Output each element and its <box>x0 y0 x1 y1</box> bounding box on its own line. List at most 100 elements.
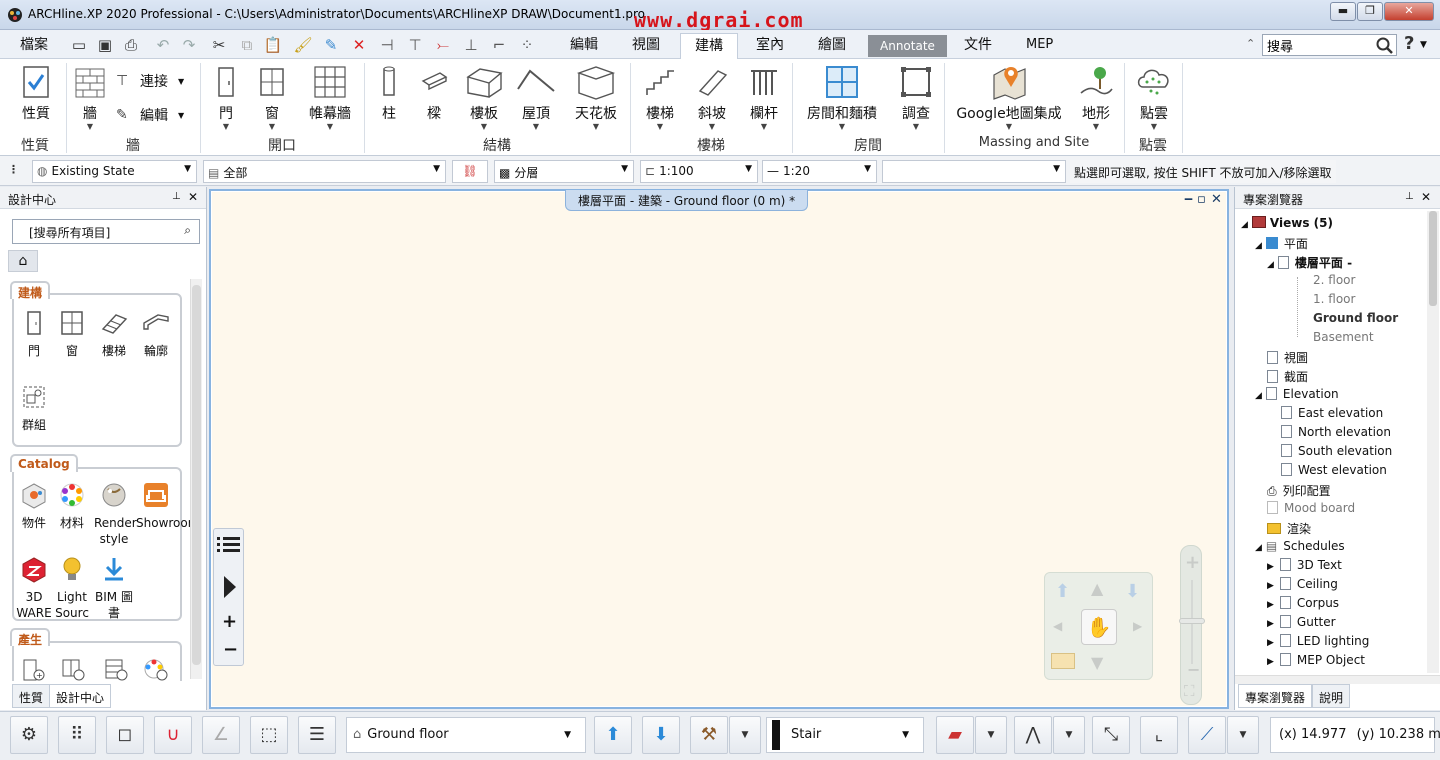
list-icon[interactable] <box>217 535 241 555</box>
tree-node-view[interactable]: 視圖 <box>1267 349 1308 366</box>
generate-door-icon[interactable]: + <box>20 657 46 681</box>
tree-node-east-elevation[interactable]: East elevation <box>1281 406 1383 420</box>
copy-icon[interactable]: ⧉ <box>236 34 258 56</box>
tree-node-schedule-corpus[interactable]: ▶ Corpus <box>1267 596 1339 610</box>
align-icon[interactable]: ⊤ <box>404 34 426 56</box>
nav-down-icon[interactable]: ▼ <box>1091 653 1103 672</box>
zoom-thumb[interactable] <box>1179 618 1205 624</box>
slab-dropdown-icon[interactable]: ▼ <box>462 123 506 131</box>
roof-dropdown-icon[interactable]: ▼ <box>514 123 558 131</box>
door-button[interactable]: 門 ▼ <box>210 63 242 131</box>
paste-icon[interactable]: 📋 <box>262 34 284 56</box>
tab-drawing[interactable]: 繪圖 <box>804 33 860 59</box>
measure-icon[interactable]: ⊣ <box>376 34 398 56</box>
doc-minimize-icon[interactable]: ‒ <box>1184 192 1193 207</box>
scrollbar-thumb[interactable] <box>192 285 201 665</box>
hammer-3d-icon[interactable]: ⚒ <box>690 716 728 754</box>
survey-button[interactable]: 調查 ▼ <box>894 63 938 131</box>
google-map-button[interactable]: Google地圖集成 ▼ <box>954 63 1064 131</box>
tab-design-center[interactable]: 設計中心 <box>49 684 112 708</box>
relative-coords-icon[interactable]: ⌞ <box>1140 716 1178 754</box>
terrain-button[interactable]: 地形 ▼ <box>1074 63 1118 131</box>
snap-point-icon[interactable]: ⤡ <box>1092 716 1130 754</box>
play-arrow-icon[interactable] <box>223 575 237 599</box>
tree-node-schedule-led-lighting[interactable]: ▶ LED lighting <box>1267 634 1369 648</box>
minimap-icon[interactable] <box>1051 653 1075 669</box>
edit-dropdown-icon[interactable]: ▼ <box>178 111 184 120</box>
collapsed-arrow-icon[interactable]: ▶ <box>1267 600 1274 610</box>
tree-node-floor-2[interactable]: 2. floor <box>1313 273 1355 287</box>
panel-close-icon[interactable]: ✕ <box>188 190 198 204</box>
terrain-dropdown-icon[interactable]: ▼ <box>1074 123 1118 131</box>
curtain-wall-dropdown-icon[interactable]: ▼ <box>302 123 358 131</box>
catalog-section-tab[interactable]: Catalog <box>10 454 78 472</box>
tree-node-schedule-3d-text[interactable]: ▶ 3D Text <box>1267 558 1342 572</box>
survey-dropdown-icon[interactable]: ▼ <box>894 123 938 131</box>
help-dropdown-icon[interactable]: ▼ <box>1420 40 1427 50</box>
floor-down-icon[interactable]: ⬇ <box>642 716 680 754</box>
file-menu[interactable]: 檔案 <box>6 33 62 59</box>
trim-icon[interactable]: ⤚ <box>432 34 454 56</box>
tree-node-views[interactable]: ◢ Views (5) <box>1241 216 1333 230</box>
doc-close-icon[interactable]: ✕ <box>1211 192 1222 207</box>
maximize-button[interactable]: ❐ <box>1357 2 1383 21</box>
catalog-render-style-item[interactable]: Render style <box>94 481 137 547</box>
tab-documents[interactable]: 文件 <box>950 33 1006 59</box>
catalog-light-source-item[interactable]: Light Sourc <box>52 555 92 621</box>
tab-view[interactable]: 視圖 <box>618 33 674 59</box>
select-cursor-icon[interactable]: ⬚ <box>250 716 288 754</box>
collapse-ribbon-icon[interactable]: ⌃ <box>1246 37 1255 50</box>
scale-select[interactable]: ⊏ 1:100 ▼ <box>640 160 758 183</box>
floor-select[interactable]: ⌂ Ground floor ▼ <box>346 717 586 753</box>
expanded-arrow-icon[interactable]: ◢ <box>1255 391 1262 401</box>
expanded-arrow-icon[interactable]: ◢ <box>1255 543 1262 553</box>
tree-node-floor-1[interactable]: 1. floor <box>1313 292 1355 306</box>
pin-icon[interactable]: ⊥ <box>1405 191 1414 202</box>
tab-properties-panel[interactable]: 性質 <box>12 684 51 708</box>
generate-section-tab[interactable]: 產生 <box>10 628 51 647</box>
redo-icon[interactable]: ↷ <box>178 34 200 56</box>
expanded-arrow-icon[interactable]: ◢ <box>1255 241 1262 251</box>
generate-material-icon[interactable] <box>142 657 168 681</box>
save-icon[interactable]: ▣ <box>94 34 116 56</box>
zoom-out-icon[interactable]: − <box>223 639 238 660</box>
railing-dropdown-icon[interactable]: ▼ <box>744 123 784 131</box>
undo-icon[interactable]: ↶ <box>152 34 174 56</box>
google-map-dropdown-icon[interactable]: ▼ <box>954 123 1064 131</box>
tree-node-north-elevation[interactable]: North elevation <box>1281 425 1391 439</box>
tab-mep[interactable]: MEP <box>1012 33 1067 59</box>
ramp-button[interactable]: 斜坡 ▼ <box>692 63 732 131</box>
tree-node-schedule-ceiling[interactable]: ▶ Ceiling <box>1267 577 1338 591</box>
close-button[interactable]: ✕ <box>1384 2 1434 21</box>
grid-icon[interactable]: ⠿ <box>58 716 96 754</box>
tree-node-schedules[interactable]: ◢ ▤ Schedules <box>1255 539 1345 553</box>
room-area-button[interactable]: 房間和麵積 ▼ <box>802 63 882 131</box>
design-window-item[interactable]: 窗 <box>52 309 92 359</box>
tree-node-south-elevation[interactable]: South elevation <box>1281 444 1392 458</box>
layer-stack-dropdown-icon[interactable]: ▼ <box>975 716 1007 754</box>
project-browser-scrollbar[interactable] <box>1427 211 1439 673</box>
tab-help[interactable]: 說明 <box>1312 684 1351 708</box>
tab-interior[interactable]: 室內 <box>742 33 798 59</box>
point-cloud-button[interactable]: 點雲 ▼ <box>1132 63 1176 131</box>
design-center-scrollbar[interactable] <box>190 279 202 679</box>
design-stair-item[interactable]: 樓梯 <box>94 309 134 359</box>
zoom-slider-minus-icon[interactable]: − <box>1187 660 1200 679</box>
window-dropdown-icon[interactable]: ▼ <box>254 123 290 131</box>
nav-up-left-icon[interactable]: ⬆ <box>1055 581 1070 602</box>
line-mode-dropdown-icon[interactable]: ▼ <box>1227 716 1259 754</box>
curtain-wall-button[interactable]: 帷幕牆 ▼ <box>302 63 358 131</box>
zoom-in-icon[interactable]: + <box>222 611 237 632</box>
north-arrow-icon[interactable]: ⋀ <box>1014 716 1052 754</box>
column-button[interactable]: 柱 <box>374 63 404 123</box>
design-door-item[interactable]: 門 <box>14 309 54 359</box>
catalog-showroom-item[interactable]: Showroom <box>136 481 199 531</box>
tab-annotate[interactable]: Annotate <box>868 35 947 57</box>
nav-right-icon[interactable]: ▶ <box>1133 619 1142 633</box>
tree-node-print-layout[interactable]: ⎙ 列印配置 <box>1267 482 1331 499</box>
tree-node-west-elevation[interactable]: West elevation <box>1281 463 1387 477</box>
pan-hand-icon[interactable]: ✋ <box>1081 609 1117 645</box>
collapsed-arrow-icon[interactable]: ▶ <box>1267 619 1274 629</box>
help-icon[interactable]: ? <box>1404 33 1414 54</box>
tree-node-elevation[interactable]: ◢ Elevation <box>1255 387 1339 401</box>
